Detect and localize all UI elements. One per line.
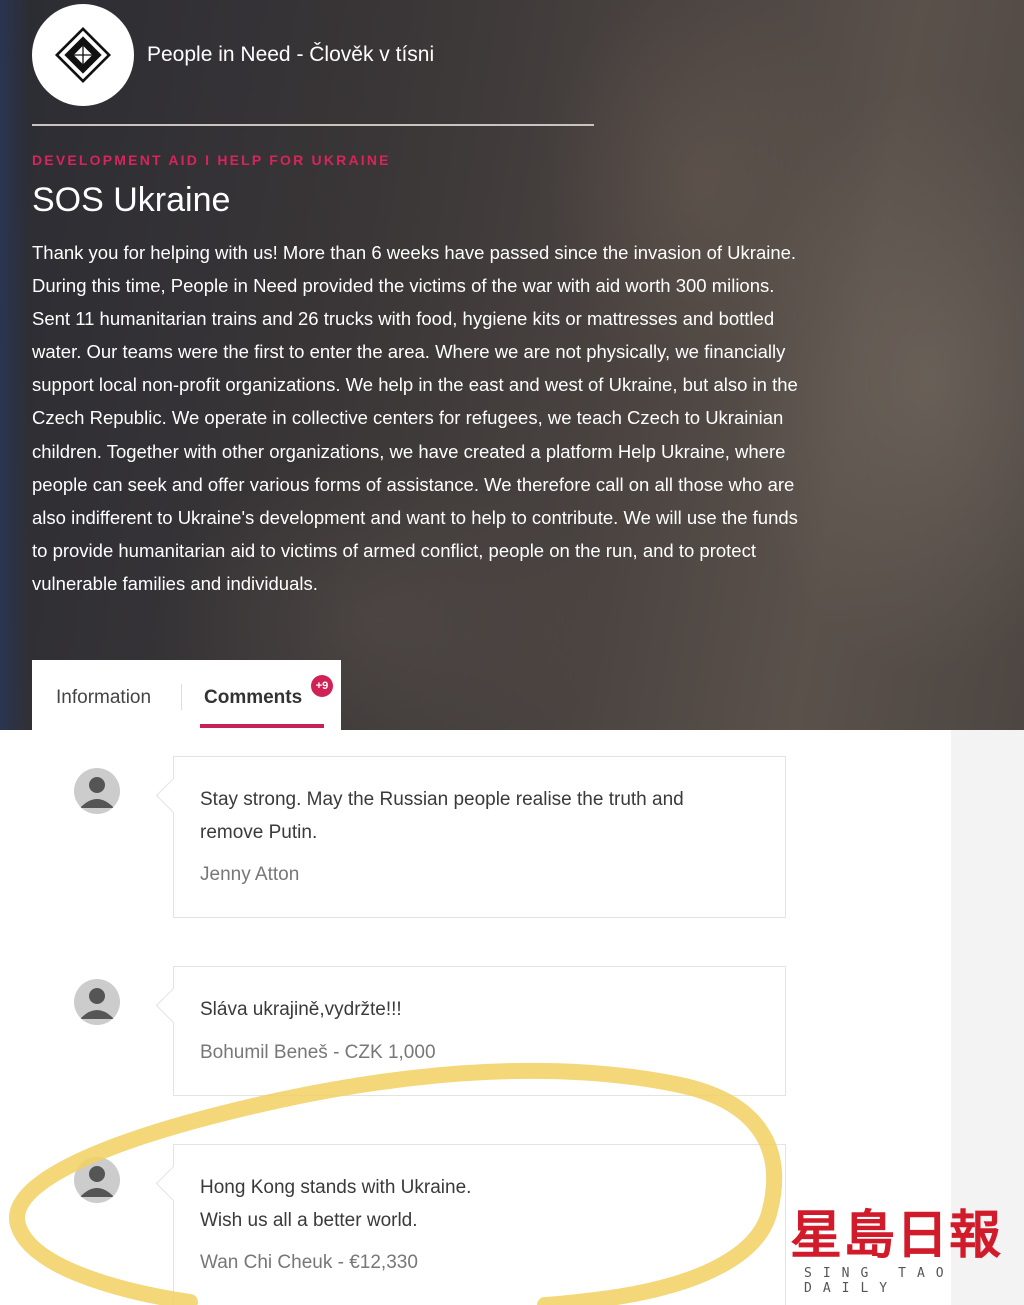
comment-text-line: Wish us all a better world.	[200, 1210, 418, 1231]
logo-diamond-icon	[54, 26, 112, 84]
comment-author: Jenny Atton	[200, 864, 300, 885]
comments-count-badge: +9	[311, 675, 333, 697]
campaign-category[interactable]: DEVELOPMENT AID I HELP FOR UKRAINE	[32, 152, 391, 168]
tab-divider	[181, 684, 182, 710]
campaign-tabs: Information Comments +9	[32, 660, 341, 730]
avatar-icon	[74, 979, 120, 1025]
active-tab-indicator	[200, 724, 324, 728]
watermark-english: SING TAO DAILY	[804, 1266, 955, 1296]
comment-text: Sláva ukrajině,vydržte!!!	[200, 993, 760, 1026]
org-logo[interactable]	[32, 4, 134, 106]
comment-text-line: Sláva ukrajině,vydržte!!!	[200, 999, 402, 1020]
comment-text-line: Stay strong. May the Russian people real…	[200, 789, 684, 810]
campaign-hero: People in Need - Člověk v tísni DEVELOPM…	[0, 0, 1024, 730]
comment-card: Hong Kong stands with Ukraine. Wish us a…	[173, 1144, 786, 1305]
watermark-chinese: 星島日報	[790, 1206, 1003, 1266]
campaign-description: Thank you for helping with us! More than…	[32, 242, 798, 594]
tab-information[interactable]: Information	[56, 687, 151, 709]
page-title: SOS Ukraine	[32, 181, 231, 219]
tab-comments[interactable]: Comments	[204, 687, 302, 709]
comment-card: Sláva ukrajině,vydržte!!! Bohumil Beneš …	[173, 966, 786, 1096]
org-name[interactable]: People in Need - Člověk v tísni	[147, 43, 434, 67]
comment-text-line: remove Putin.	[200, 822, 318, 843]
comment-text-line: Hong Kong stands with Ukraine.	[200, 1177, 472, 1198]
hero-divider	[32, 124, 594, 126]
avatar-icon	[74, 1157, 120, 1203]
hero-shade	[0, 0, 30, 730]
comment-card: Stay strong. May the Russian people real…	[173, 756, 786, 918]
comment-author: Wan Chi Cheuk - €12,330	[200, 1252, 418, 1273]
comment-author: Bohumil Beneš - CZK 1,000	[200, 1042, 436, 1063]
comment-text: Hong Kong stands with Ukraine. Wish us a…	[200, 1171, 760, 1237]
comment-text: Stay strong. May the Russian people real…	[200, 783, 760, 849]
avatar-icon	[74, 768, 120, 814]
newspaper-watermark: 星島日報 SING TAO DAILY	[790, 1208, 1004, 1296]
